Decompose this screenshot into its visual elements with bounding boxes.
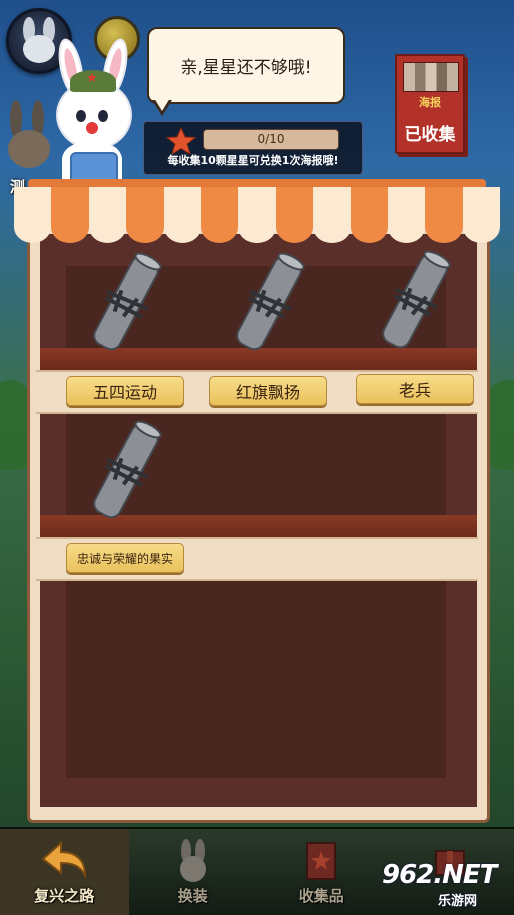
watermark-main: 962.NET [382,860,496,890]
rabbit-eye [98,110,108,122]
collectible-label-button[interactable]: 红旗飘扬 [209,376,327,406]
rabbit-mascot: ★ [52,38,132,188]
star-progress-panel: 0/10 每收集10颗星星可兑换1次海报哦! [143,121,363,175]
poster-card[interactable]: 海报 已收集 [395,54,465,154]
nav-dress-up[interactable]: 换装 [129,829,258,915]
back-arrow-icon [39,839,89,881]
scroll-item[interactable] [86,248,166,358]
side-character-head [8,130,50,168]
collectible-label-button[interactable]: 老兵 [356,374,474,404]
speech-bubble-tail [152,100,172,116]
watermark-sub: 乐游网 [438,890,477,909]
nav-collection[interactable]: 收集品 [257,829,386,915]
scroll-item[interactable] [229,248,309,358]
rabbit-eye [76,110,86,122]
rabbit-nose [86,122,98,134]
avatar-face [23,35,55,63]
poster-status: 已收集 [397,120,463,145]
star-progress-text: 0/10 [204,130,338,149]
speech-bubble: 亲,星星还不够哦! [147,27,345,104]
scroll-item[interactable] [86,416,166,526]
cap-star-icon: ★ [86,72,98,85]
nav-revival-road[interactable]: 复兴之路 [0,829,129,915]
nav-label: 复兴之路 [0,885,129,906]
nav-label: 收集品 [257,885,386,906]
star-progress-bar: 0/10 [203,129,339,150]
poster-title: 海报 [397,94,463,110]
scroll-item[interactable] [375,246,455,356]
speech-text: 亲,星星还不够哦! [180,53,311,78]
site-watermark: 962.NET 乐游网 [376,858,508,908]
collectible-label: 老兵 [399,377,431,401]
shop-awning [14,187,500,243]
star-progress-hint: 每收集10颗星星可兑换1次海报哦! [144,152,362,168]
collectible-label: 五四运动 [93,379,157,403]
collectible-label: 忠诚与荣耀的果实 [77,550,173,567]
collectible-label-button[interactable]: 五四运动 [66,376,184,406]
collectible-label: 红旗飘扬 [236,379,300,403]
poster-photo [403,62,459,92]
collectible-label-button[interactable]: 忠诚与荣耀的果实 [66,543,184,573]
collection-icon [301,839,341,883]
nav-label: 换装 [129,885,258,906]
rabbit-icon [173,839,213,883]
